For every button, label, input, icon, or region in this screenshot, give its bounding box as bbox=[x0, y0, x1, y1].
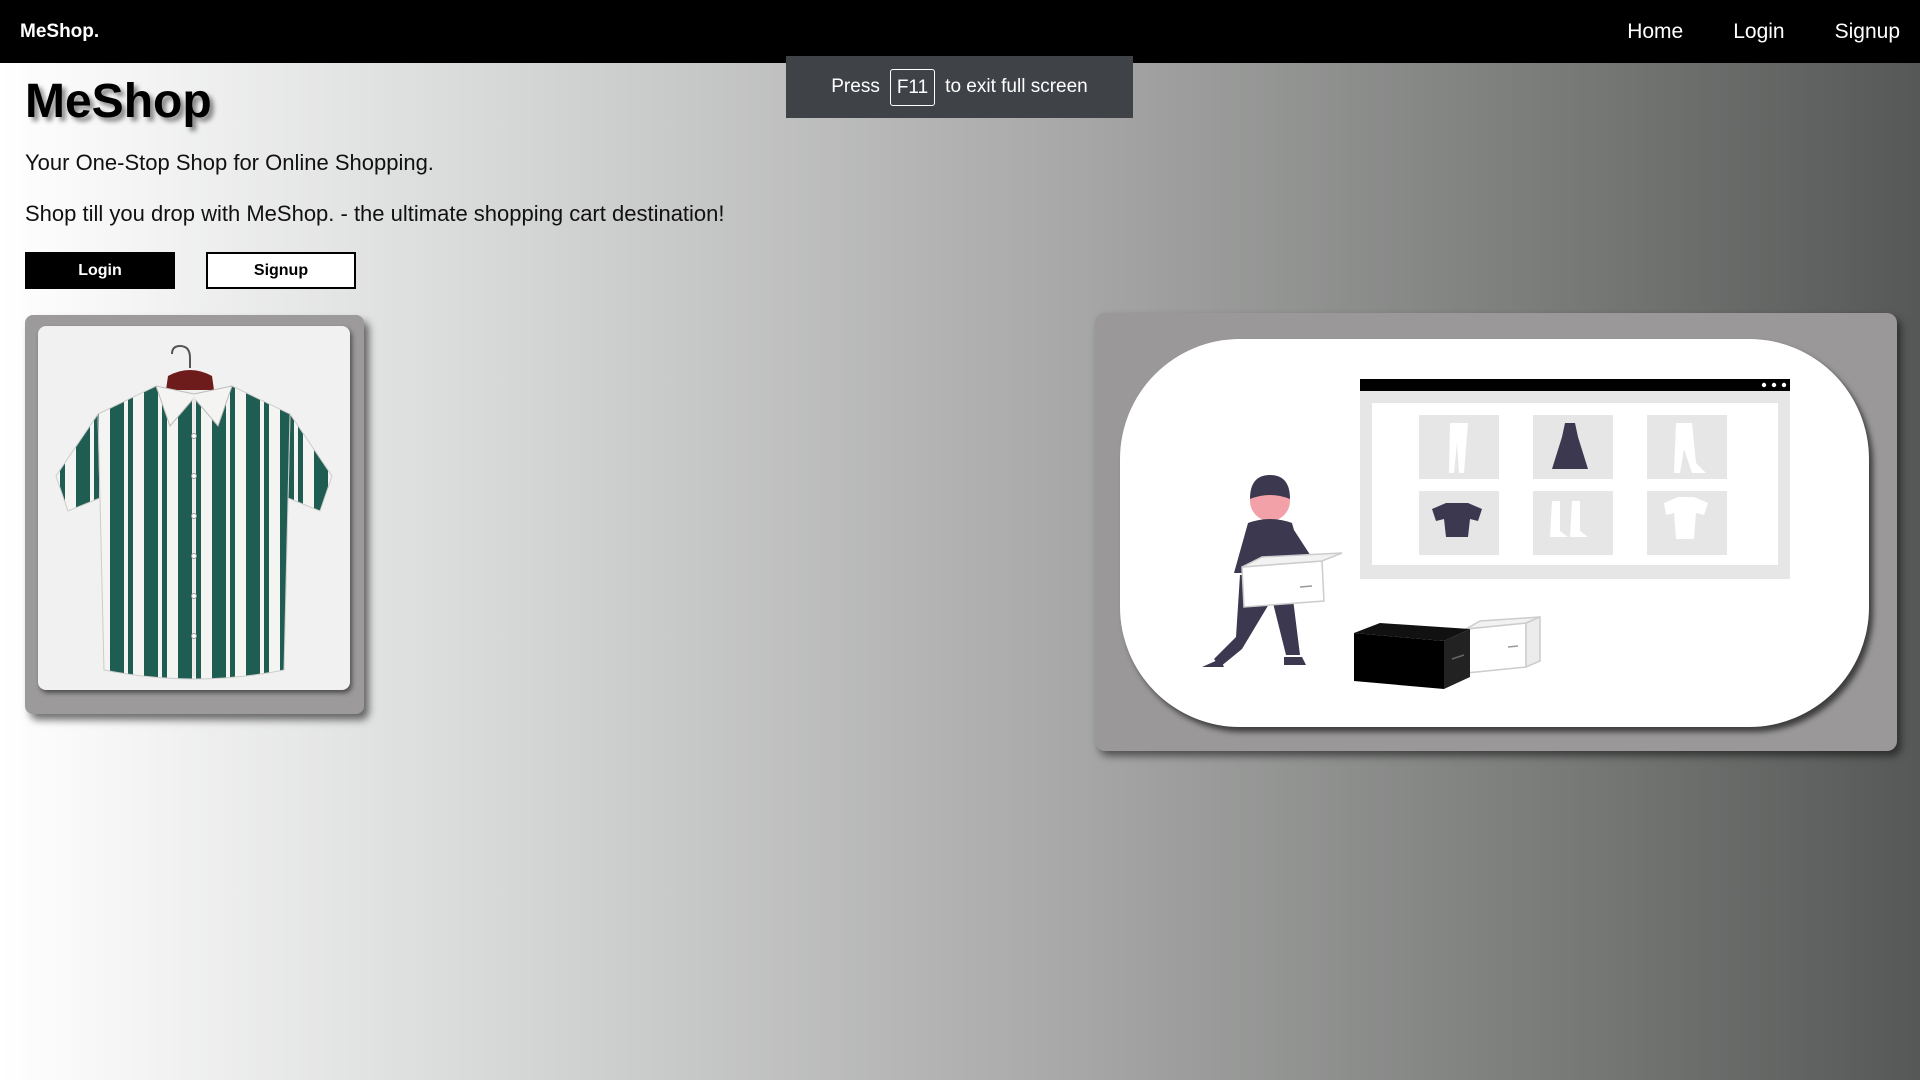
page-title: MeShop bbox=[25, 75, 212, 128]
nav-link-signup[interactable]: Signup bbox=[1835, 20, 1900, 44]
signup-button[interactable]: Signup bbox=[206, 252, 356, 289]
tagline-primary: Your One-Stop Shop for Online Shopping. bbox=[25, 150, 434, 175]
nav-links: Home Login Signup bbox=[1627, 20, 1900, 44]
illustration-frame bbox=[1120, 339, 1869, 727]
fullscreen-toast: Press F11 to exit full screen bbox=[786, 56, 1133, 118]
product-image-frame bbox=[38, 326, 350, 690]
tagline-secondary: Shop till you drop with MeShop. - the ul… bbox=[25, 201, 725, 226]
navbar: MeShop. Home Login Signup bbox=[0, 0, 1920, 63]
toast-press-text: Press bbox=[831, 76, 880, 97]
striped-shirt-image bbox=[55, 344, 333, 680]
nav-link-login[interactable]: Login bbox=[1733, 20, 1784, 44]
login-button[interactable]: Login bbox=[25, 252, 175, 289]
nav-link-home[interactable]: Home bbox=[1627, 20, 1683, 44]
toast-suffix-text: to exit full screen bbox=[945, 76, 1088, 97]
product-card[interactable] bbox=[25, 315, 364, 714]
toast-key: F11 bbox=[889, 68, 936, 106]
online-shopping-illustration bbox=[1202, 379, 1790, 689]
illustration-card bbox=[1095, 313, 1897, 751]
brand-logo[interactable]: MeShop. bbox=[20, 21, 99, 43]
